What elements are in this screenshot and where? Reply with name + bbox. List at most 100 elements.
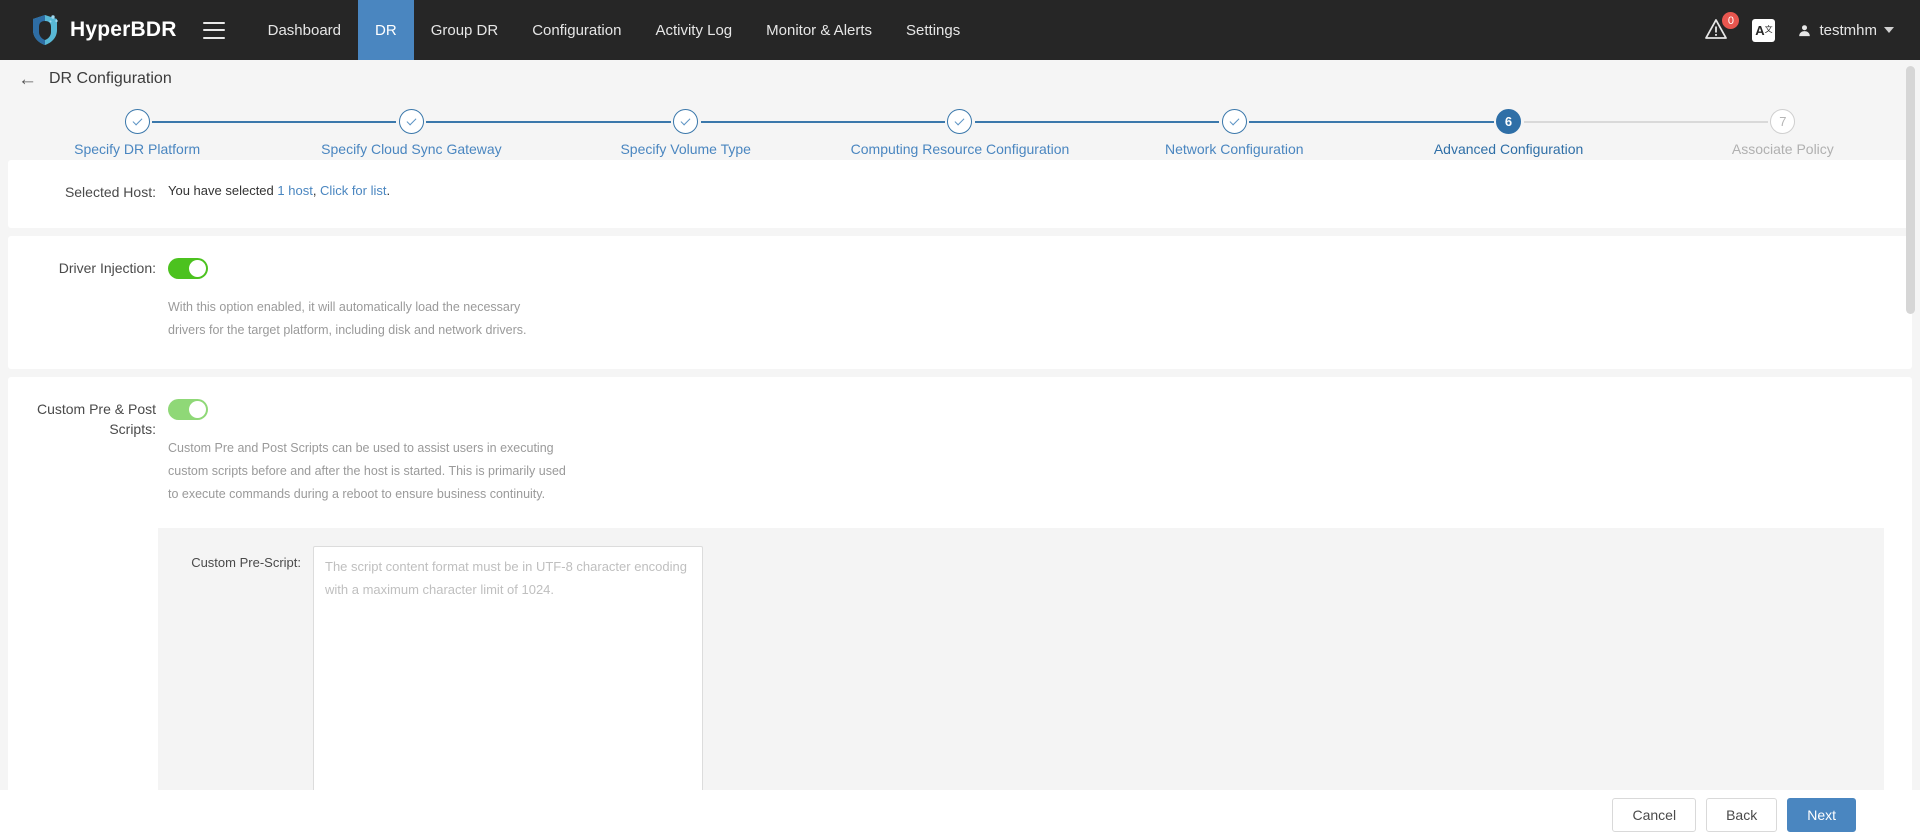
nav-links: Dashboard DR Group DR Configuration Acti… [251, 0, 978, 60]
step-circle [398, 109, 424, 134]
form-content: Selected Host: You have selected 1 host,… [0, 160, 1920, 790]
back-arrow-icon[interactable]: ← [18, 70, 37, 89]
script-subpanel: Custom Pre-Script: The script content fo… [158, 527, 1884, 790]
step-circle [673, 109, 699, 134]
hamburger-bar [202, 36, 225, 39]
step-circle: 7 [1770, 109, 1796, 134]
driver-injection-description: With this option enabled, it will automa… [168, 300, 527, 338]
step-connector-left [1371, 121, 1494, 123]
step-specify-dr-platform[interactable]: Specify DR Platform [0, 104, 275, 157]
toggle-knob [189, 400, 206, 418]
hamburger-icon[interactable] [202, 21, 225, 39]
user-menu[interactable]: testmhm [1797, 22, 1894, 39]
cancel-button[interactable]: Cancel [1612, 797, 1697, 833]
step-label: Associate Policy [1731, 141, 1834, 157]
step-advanced-configuration[interactable]: 6 Advanced Configuration [1371, 104, 1646, 157]
step-connector-left [822, 121, 945, 123]
step-connector-right [700, 121, 823, 123]
driver-injection-body: With this option enabled, it will automa… [168, 258, 1912, 342]
step-connector-right [1249, 121, 1372, 123]
step-circle [124, 109, 150, 134]
nav-item-group-dr[interactable]: Group DR [414, 0, 516, 60]
selected-host-text: You have selected 1 host, Click for list… [168, 183, 390, 198]
driver-injection-toggle[interactable] [168, 258, 208, 280]
lang-letter: A [1755, 22, 1765, 38]
check-icon [1229, 115, 1240, 125]
custom-scripts-toggle[interactable] [168, 398, 208, 420]
top-navbar: HyperBDR Dashboard DR Group DR Configura… [0, 0, 1920, 60]
toggle-knob [189, 260, 206, 278]
alert-button[interactable]: 0 [1704, 12, 1740, 43]
step-label: Computing Resource Configuration [850, 141, 1070, 157]
lang-sup: 文 [1764, 25, 1773, 34]
step-connector-right [426, 121, 549, 123]
next-button[interactable]: Next [1787, 797, 1856, 833]
page-scrollbar-track[interactable] [1904, 60, 1917, 840]
step-connector-left [1097, 121, 1220, 123]
custom-scripts-label: Custom Pre & Post Scripts: [8, 399, 168, 506]
step-circle: 6 [1496, 109, 1522, 134]
pre-script-label: Custom Pre-Script: [191, 554, 301, 570]
chevron-down-icon [1884, 27, 1894, 33]
page-scrollbar-thumb[interactable] [1906, 66, 1915, 314]
step-circle [1221, 109, 1247, 134]
check-icon [132, 115, 143, 125]
step-connector-right [1523, 121, 1646, 123]
nav-item-monitor-alerts[interactable]: Monitor & Alerts [749, 0, 889, 60]
user-name: testmhm [1819, 21, 1877, 39]
step-label: Network Configuration [1165, 141, 1304, 157]
nav-item-dashboard[interactable]: Dashboard [251, 0, 358, 60]
hamburger-bar [202, 29, 225, 31]
custom-scripts-row: Custom Pre & Post Scripts: Custom Pre an… [8, 398, 1912, 506]
driver-injection-card: Driver Injection: With this option enabl… [8, 236, 1912, 369]
app-root: HyperBDR Dashboard DR Group DR Configura… [0, 0, 1920, 840]
language-switch-icon[interactable]: A文 [1752, 18, 1776, 42]
alert-count-badge: 0 [1722, 12, 1740, 29]
nav-item-configuration[interactable]: Configuration [515, 0, 638, 60]
back-button[interactable]: Back [1706, 797, 1778, 833]
step-connector-left [548, 121, 671, 123]
step-computing-resource-configuration[interactable]: Computing Resource Configuration [822, 104, 1098, 157]
step-label: Specify Cloud Sync Gateway [321, 141, 502, 157]
step-circle [947, 109, 973, 134]
click-for-list-link[interactable]: Click for list [320, 183, 386, 198]
wizard-footer: Cancel Back Next [0, 790, 1920, 840]
host-text-prefix: You have selected [168, 183, 278, 198]
check-icon [955, 115, 965, 125]
custom-scripts-description: Custom Pre and Post Scripts can be used … [168, 440, 566, 501]
step-connector-right [152, 121, 275, 123]
host-text-mid: , [312, 183, 321, 198]
host-text-suffix: . [386, 183, 391, 198]
driver-injection-row: Driver Injection: With this option enabl… [8, 258, 1912, 342]
selected-host-card: Selected Host: You have selected 1 host,… [8, 160, 1912, 229]
nav-item-settings[interactable]: Settings [889, 0, 977, 60]
brand-logo-area[interactable]: HyperBDR [0, 14, 203, 46]
selected-host-label: Selected Host: [64, 184, 156, 200]
custom-scripts-body: Custom Pre and Post Scripts can be used … [168, 398, 1912, 506]
check-icon [406, 115, 417, 125]
page-header: ← DR Configuration [0, 60, 1920, 98]
navbar-right: 0 A文 testmhm [1704, 12, 1920, 43]
nav-item-activity-log[interactable]: Activity Log [638, 0, 749, 60]
page-title: DR Configuration [49, 70, 172, 87]
brand-name: HyperBDR [70, 18, 177, 41]
step-connector-right [974, 121, 1098, 123]
driver-injection-label: Driver Injection: [58, 260, 156, 277]
nav-item-dr[interactable]: DR [358, 0, 414, 60]
step-associate-policy[interactable]: 7 Associate Policy [1645, 104, 1920, 157]
step-label: Specify DR Platform [74, 141, 201, 157]
pre-script-row: Custom Pre-Script: The script content fo… [158, 545, 1884, 790]
user-avatar-icon [1799, 24, 1811, 36]
custom-scripts-label-line1: Custom Pre & Post [36, 400, 156, 417]
pre-script-input[interactable]: The script content format must be in UTF… [313, 545, 703, 790]
step-specify-volume-type[interactable]: Specify Volume Type [548, 104, 823, 157]
selected-host-row: Selected Host: You have selected 1 host,… [8, 182, 1912, 202]
step-connector-left [274, 121, 397, 123]
host-count-link[interactable]: 1 host [277, 183, 312, 198]
selected-host-body: You have selected 1 host, Click for list… [168, 182, 1912, 202]
hyperbdr-shield-icon [33, 15, 58, 45]
step-label: Specify Volume Type [620, 141, 751, 157]
step-network-configuration[interactable]: Network Configuration [1097, 104, 1372, 157]
hamburger-bar [202, 21, 225, 24]
step-specify-cloud-sync-gateway[interactable]: Specify Cloud Sync Gateway [274, 104, 549, 157]
